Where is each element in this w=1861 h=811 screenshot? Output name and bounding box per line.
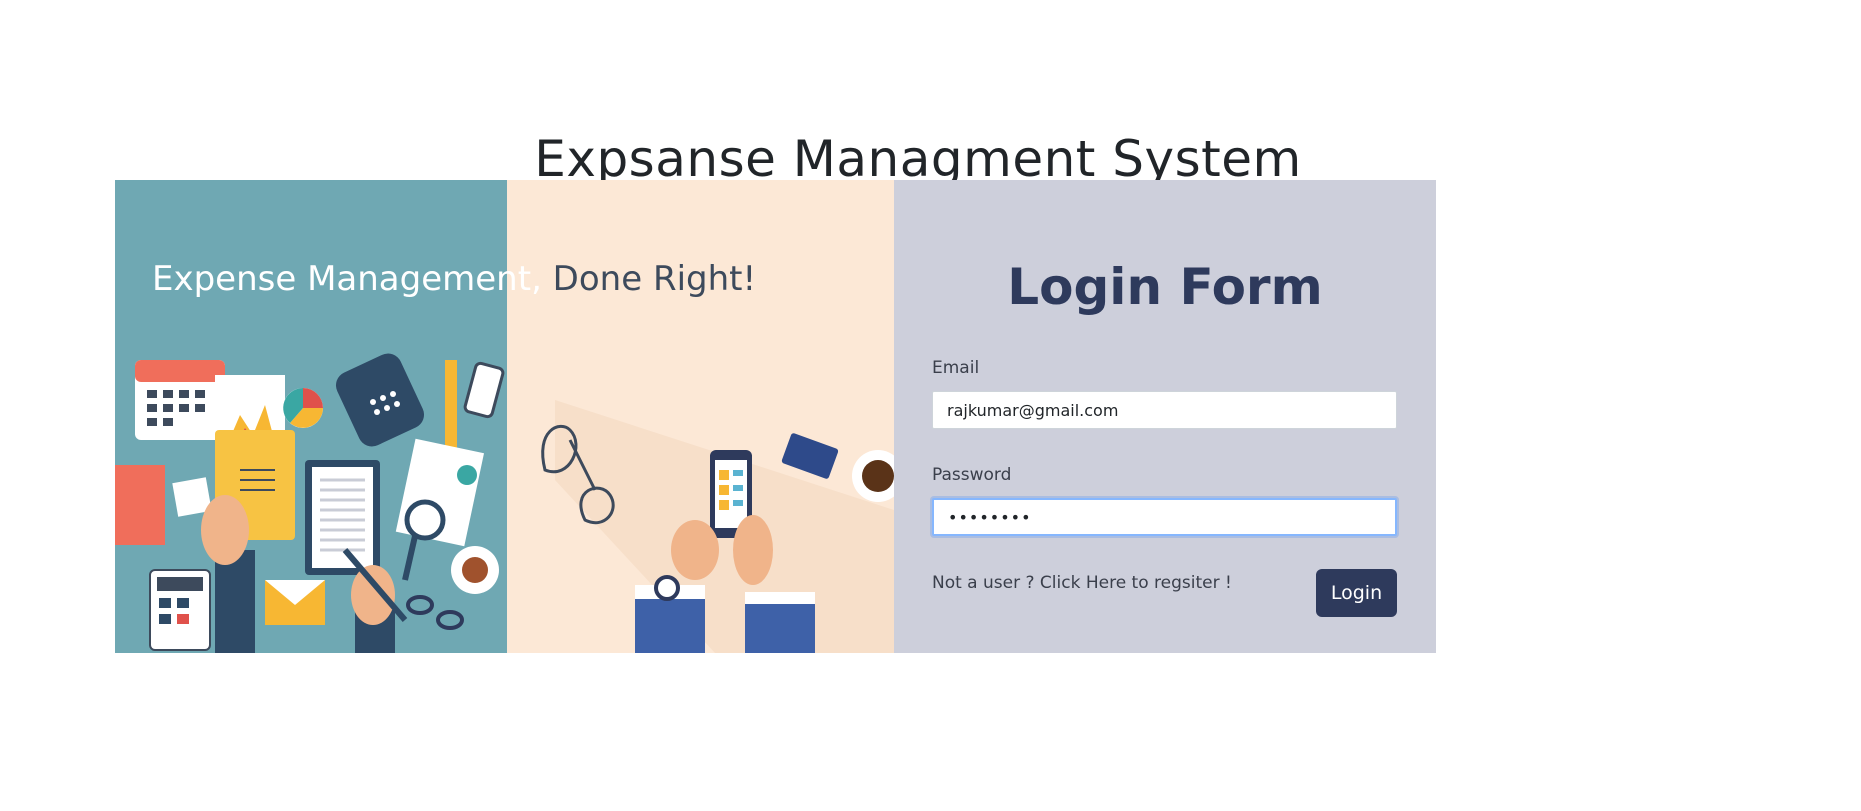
envelope-icon: [265, 580, 325, 625]
form-title: Login Form: [1007, 258, 1323, 316]
login-form-panel: Login Form Email Password Not a user ? C…: [894, 180, 1436, 653]
hero-headline: Expense Management, Done Right!: [152, 259, 756, 299]
register-link[interactable]: Not a user ? Click Here to regsiter !: [932, 573, 1232, 593]
telephone-icon: [335, 353, 425, 447]
hero-illustration: Expense Management, Done Right!: [115, 180, 894, 653]
credit-card-icon: [781, 433, 839, 479]
email-field[interactable]: [932, 391, 1397, 429]
calendar-icon: [135, 360, 225, 440]
calculator-icon: [149, 569, 211, 651]
hero-headline-part2: Done Right!: [541, 259, 757, 299]
ruler-icon: [445, 360, 457, 450]
pie-chart-icon: [283, 388, 323, 428]
page-title: Expsanse Managment System: [534, 129, 1302, 188]
notepad-icon: [115, 465, 165, 545]
hero-illustration-graphic: [115, 353, 894, 653]
password-label: Password: [932, 465, 1012, 485]
smartphone-icon: [463, 361, 505, 419]
clipboard-icon: [305, 460, 380, 575]
hero-headline-part1: Expense Management,: [152, 259, 542, 299]
email-label: Email: [932, 358, 980, 378]
glasses-icon: [406, 595, 464, 630]
login-button[interactable]: Login: [1316, 569, 1397, 617]
login-card: Expense Management, Done Right! Login Fo…: [115, 180, 1436, 653]
hand-icon: [201, 495, 249, 565]
arm-icon: [215, 550, 255, 653]
password-field[interactable]: [932, 498, 1397, 536]
